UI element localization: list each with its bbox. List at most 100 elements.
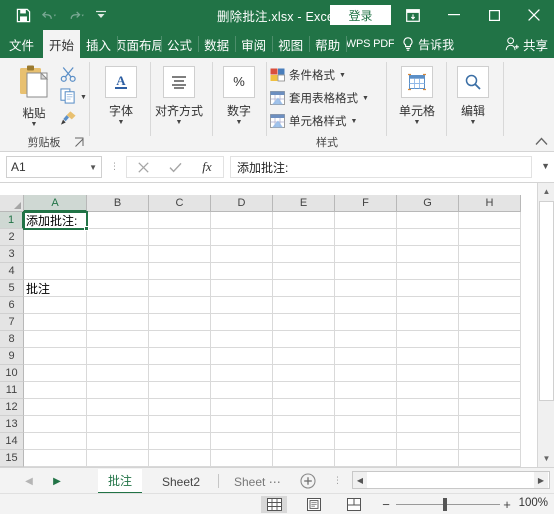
row-header-12[interactable]: 12 — [0, 399, 24, 416]
grid-cell[interactable] — [335, 314, 397, 331]
column-header-D[interactable]: D — [211, 195, 273, 212]
sheet-tab-sheet-overflow[interactable]: Sheet ⋯ — [224, 469, 291, 494]
grid-cell[interactable] — [335, 280, 397, 297]
grid-cell[interactable] — [87, 433, 149, 450]
conditional-formatting-chevron-down-icon[interactable]: ▼ — [339, 72, 346, 79]
select-all-corner-button[interactable] — [0, 195, 24, 212]
grid-cell[interactable] — [211, 348, 273, 365]
grid-cell[interactable] — [87, 416, 149, 433]
grid-cell[interactable] — [397, 280, 459, 297]
ribbon-display-options-icon[interactable] — [392, 0, 434, 30]
horizontal-scrollbar[interactable]: ◀ — [352, 471, 540, 489]
grid-cell[interactable] — [211, 382, 273, 399]
confirm-check-icon[interactable] — [159, 157, 191, 177]
grid-cell[interactable] — [397, 399, 459, 416]
minimize-icon[interactable] — [434, 0, 474, 30]
grid-cell[interactable] — [335, 433, 397, 450]
grid-cell[interactable] — [149, 314, 211, 331]
grid-cell[interactable] — [211, 280, 273, 297]
grid-cell[interactable] — [397, 212, 459, 229]
grid-cell[interactable] — [335, 246, 397, 263]
grid-cell[interactable] — [397, 331, 459, 348]
zoom-slider-track[interactable] — [396, 504, 500, 505]
grid-cell[interactable] — [24, 229, 87, 246]
name-box[interactable]: A1 ▼ — [6, 156, 102, 178]
number-button[interactable]: % 数字 ▼ — [212, 66, 266, 126]
grid-cell[interactable] — [211, 331, 273, 348]
grid-cell[interactable] — [459, 246, 521, 263]
copy-chevron-down-icon[interactable]: ▼ — [80, 94, 87, 101]
cancel-x-icon[interactable] — [127, 157, 159, 177]
grid-cell[interactable] — [87, 297, 149, 314]
grid-cell[interactable] — [335, 399, 397, 416]
font-button[interactable]: A 字体 ▼ — [94, 66, 148, 126]
scroll-up-arrow-icon[interactable]: ▲ — [538, 183, 554, 200]
grid-cell[interactable] — [87, 365, 149, 382]
grid-cell[interactable] — [24, 297, 87, 314]
ribbon-tab-wps-pdf[interactable]: WPS PDF — [346, 30, 394, 58]
zoom-in-button[interactable]: + — [500, 497, 514, 512]
grid-cell[interactable] — [24, 416, 87, 433]
grid-cell[interactable] — [87, 212, 149, 229]
grid-cell[interactable] — [459, 280, 521, 297]
row-header-13[interactable]: 13 — [0, 416, 24, 433]
conditional-formatting-button[interactable]: 条件格式 ▼ — [270, 67, 346, 83]
share-button[interactable]: 共享 — [505, 30, 548, 58]
grid-cell[interactable] — [459, 263, 521, 280]
maximize-icon[interactable] — [474, 0, 514, 30]
row-header-3[interactable]: 3 — [0, 246, 24, 263]
row-header-9[interactable]: 9 — [0, 348, 24, 365]
sheet-tab-sheet2[interactable]: Sheet2 — [152, 469, 210, 494]
grid-cell[interactable] — [211, 416, 273, 433]
cut-button[interactable] — [60, 66, 77, 86]
grid-cell[interactable] — [459, 314, 521, 331]
horizontal-scroll-track[interactable] — [367, 472, 539, 488]
grid-cell[interactable] — [273, 246, 335, 263]
grid-cell[interactable] — [149, 433, 211, 450]
grid-cell[interactable] — [459, 365, 521, 382]
format-painter-button[interactable] — [60, 110, 77, 129]
grid-cell[interactable] — [87, 331, 149, 348]
grid-cell[interactable] — [211, 212, 273, 229]
grid-cell[interactable] — [397, 416, 459, 433]
grid-cell[interactable] — [273, 331, 335, 348]
vertical-scroll-thumb[interactable] — [539, 201, 554, 401]
row-header-2[interactable]: 2 — [0, 229, 24, 246]
grid-cell[interactable] — [459, 450, 521, 467]
grid-cell[interactable] — [149, 331, 211, 348]
grid-cell[interactable] — [87, 280, 149, 297]
grid-cell[interactable] — [24, 450, 87, 467]
ribbon-tab-review[interactable]: 审阅 — [235, 30, 272, 58]
copy-button[interactable]: ▼ — [60, 88, 87, 107]
grid-cell[interactable] — [273, 263, 335, 280]
undo-icon[interactable] — [36, 3, 62, 27]
grid-cell[interactable] — [459, 382, 521, 399]
grid-cell[interactable] — [149, 229, 211, 246]
grid-cell[interactable] — [149, 450, 211, 467]
grid-cell[interactable] — [273, 212, 335, 229]
name-box-chevron-down-icon[interactable]: ▼ — [89, 163, 97, 172]
grid-cell[interactable] — [24, 246, 87, 263]
grid-cell[interactable] — [149, 399, 211, 416]
row-header-11[interactable]: 11 — [0, 382, 24, 399]
grid-cell[interactable] — [273, 365, 335, 382]
grid-cell[interactable] — [459, 331, 521, 348]
grid-cell[interactable] — [87, 348, 149, 365]
grid-cell[interactable] — [24, 365, 87, 382]
grid-cell[interactable] — [149, 416, 211, 433]
grid-cell[interactable] — [273, 416, 335, 433]
grid-cell[interactable] — [87, 314, 149, 331]
grid-cell[interactable] — [335, 331, 397, 348]
column-header-E[interactable]: E — [273, 195, 335, 212]
hscroll-right-button[interactable]: ▶ — [534, 471, 550, 489]
cells-button[interactable]: 单元格 ▼ — [390, 66, 444, 126]
column-header-F[interactable]: F — [335, 195, 397, 212]
grid-cell[interactable] — [459, 433, 521, 450]
ribbon-tab-help[interactable]: 帮助 — [309, 30, 346, 58]
grid-cell[interactable] — [87, 382, 149, 399]
sheet-tab-pizhu[interactable]: 批注 — [98, 469, 143, 494]
hscroll-right-arrow-icon[interactable]: ▶ — [534, 472, 548, 488]
grid-cell[interactable] — [87, 399, 149, 416]
ribbon-tab-data[interactable]: 数据 — [198, 30, 235, 58]
grid-cell[interactable] — [149, 280, 211, 297]
